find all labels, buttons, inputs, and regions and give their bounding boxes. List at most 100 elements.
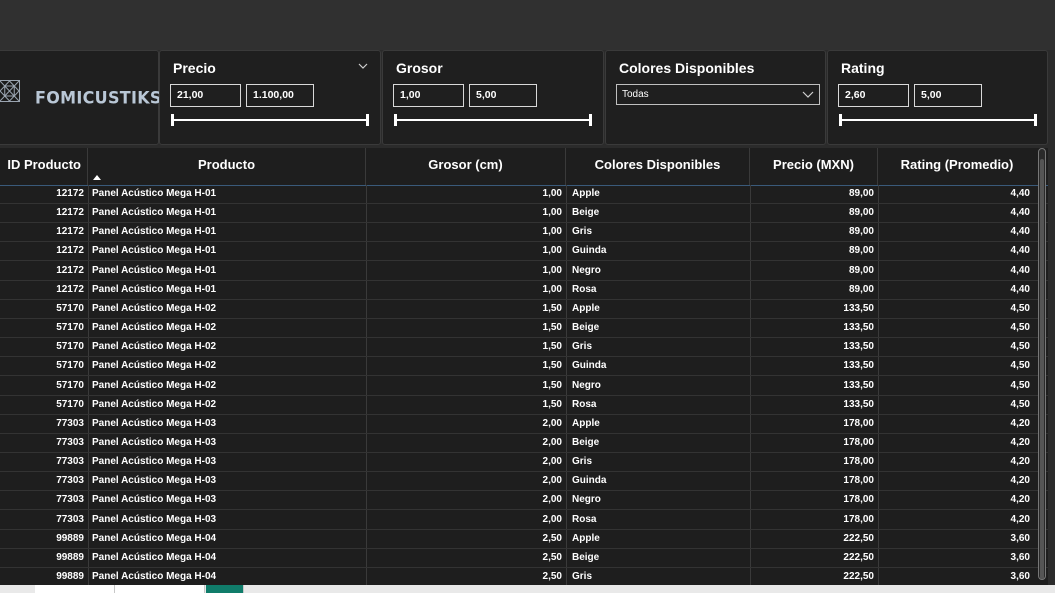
table-row[interactable]: 77303 Panel Acústico Mega H-03 2,00 Gris 178… [0,453,1048,473]
table-row[interactable]: 57170 Panel Acústico Mega H-02 1,50 Gris 133… [0,338,1048,358]
cell-precio: 178,00 [843,513,874,525]
cell-color: Guinda [572,475,607,487]
cell-grosor: 2,00 [542,436,562,448]
cell-producto: Panel Acústico Mega H-01 [92,283,217,295]
table-row[interactable]: 57170 Panel Acústico Mega H-02 1,50 Negro 13… [0,377,1048,396]
cell-producto: Panel Acústico Mega H-02 [92,379,217,391]
cell-id-producto: 99889 [56,532,84,544]
grosor-max-input[interactable]: 5,00 [469,84,537,107]
precio-range-max-handle[interactable] [366,114,369,126]
cell-precio: 178,00 [843,494,874,506]
table-row[interactable]: 12172 Panel Acústico Mega H-01 1,00 Apple 89… [0,185,1048,204]
cell-precio: 133,50 [843,322,874,334]
cell-precio: 178,00 [843,436,874,448]
header-producto[interactable]: Producto [88,148,366,185]
colores-slicer[interactable]: Colores Disponibles Todas [605,50,826,145]
cell-color: Apple [572,417,600,429]
table-row[interactable]: 57170 Panel Acústico Mega H-02 1,50 Beige 13… [0,319,1048,339]
header-rating[interactable]: Rating (Promedio) [878,148,1036,185]
table-row[interactable]: 77303 Panel Acústico Mega H-03 2,00 Beige 17… [0,434,1048,453]
chevron-down-icon[interactable] [802,89,814,99]
cell-grosor: 2,00 [542,513,562,525]
cell-color: Beige [572,322,600,334]
cell-grosor: 1,50 [542,360,562,372]
cell-producto: Panel Acústico Mega H-02 [92,302,217,314]
grosor-slicer[interactable]: Grosor 1,00 5,00 [382,50,604,145]
table-row[interactable]: 77303 Panel Acústico Mega H-03 2,00 Negro 17… [0,491,1048,511]
precio-range-min-handle[interactable] [171,114,174,126]
cell-precio: 222,50 [843,551,874,563]
rating-slicer-title: Rating [841,60,885,76]
page-tab-active[interactable] [206,585,244,593]
rating-max-input[interactable]: 5,00 [914,84,982,107]
colores-dropdown[interactable]: Todas [616,84,820,105]
rating-range-track[interactable] [840,119,1036,121]
precio-slicer[interactable]: Precio 21,00 1.100,00 [159,50,381,145]
page-tabs-bar [0,585,1055,593]
precio-max-input[interactable]: 1.100,00 [246,84,314,107]
vertical-scrollbar[interactable] [1038,148,1046,580]
cell-producto: Panel Acústico Mega H-04 [92,551,217,563]
cell-producto: Panel Acústico Mega H-01 [92,226,217,238]
header-precio[interactable]: Precio (MXN) [750,148,878,185]
page-tab[interactable] [115,585,205,593]
cell-rating: 4,50 [1010,360,1030,372]
cell-precio: 178,00 [843,456,874,468]
sort-ascending-icon[interactable] [93,175,101,180]
cell-producto: Panel Acústico Mega H-03 [92,513,217,525]
cell-rating: 4,40 [1010,188,1030,199]
page-tab[interactable] [35,585,115,593]
precio-min-input[interactable]: 21,00 [170,84,241,107]
cell-producto: Panel Acústico Mega H-01 [92,245,217,257]
rating-range-max-handle[interactable] [1034,114,1037,126]
logo-card: FOMICUSTIKS [0,50,162,145]
table-row[interactable]: 99889 Panel Acústico Mega H-04 2,50 Beige 22… [0,549,1048,568]
cell-grosor: 2,50 [542,571,562,582]
table-row[interactable]: 99889 Panel Acústico Mega H-04 2,50 Apple 22… [0,530,1048,549]
grosor-min-input[interactable]: 1,00 [393,84,464,107]
grosor-range-min-handle[interactable] [394,114,397,126]
precio-range-track[interactable] [172,119,368,121]
cell-rating: 4,50 [1010,322,1030,334]
cell-grosor: 1,50 [542,398,562,410]
cell-color: Gris [572,571,593,582]
cell-precio: 133,50 [843,341,874,353]
table-row[interactable]: 57170 Panel Acústico Mega H-02 1,50 Apple 13… [0,300,1048,319]
cell-grosor: 1,00 [542,226,562,238]
cell-id-producto: 57170 [56,341,84,353]
colores-dropdown-value: Todas [622,89,649,100]
table-row[interactable]: 99889 Panel Acústico Mega H-04 2,50 Gris 222… [0,568,1048,585]
table-row[interactable]: 77303 Panel Acústico Mega H-03 2,00 Guinda 1… [0,472,1048,492]
grosor-range-track[interactable] [395,119,591,121]
rating-min-input[interactable]: 2,60 [838,84,909,107]
cell-producto: Panel Acústico Mega H-03 [92,475,217,487]
cell-id-producto: 12172 [56,245,84,257]
header-colores[interactable]: Colores Disponibles [566,148,750,185]
table-row[interactable]: 12172 Panel Acústico Mega H-01 1,00 Beige 89… [0,204,1048,224]
table-row[interactable]: 12172 Panel Acústico Mega H-01 1,00 Rosa 89,… [0,281,1048,300]
chevron-down-icon[interactable] [358,61,368,71]
table-row[interactable]: 57170 Panel Acústico Mega H-02 1,50 Guinda 1… [0,357,1048,377]
cell-color: Guinda [572,245,607,257]
header-id-producto[interactable]: ID Producto [0,148,88,185]
cell-producto: Panel Acústico Mega H-01 [92,264,217,276]
rating-range-min-handle[interactable] [839,114,842,126]
cell-color: Negro [572,264,601,276]
header-grosor[interactable]: Grosor (cm) [366,148,566,185]
rating-slicer[interactable]: Rating 2,60 5,00 [827,50,1048,145]
cell-grosor: 2,00 [542,417,562,429]
cell-grosor: 2,00 [542,475,562,487]
table-row[interactable]: 77303 Panel Acústico Mega H-03 2,00 Rosa 178… [0,511,1048,530]
table-row[interactable]: 12172 Panel Acústico Mega H-01 1,00 Guinda 8… [0,242,1048,262]
table-row[interactable]: 57170 Panel Acústico Mega H-02 1,50 Rosa 133… [0,396,1048,415]
cell-precio: 178,00 [843,475,874,487]
cell-producto: Panel Acústico Mega H-02 [92,360,217,372]
cell-color: Beige [572,207,600,219]
grosor-range-max-handle[interactable] [589,114,592,126]
scrollbar-thumb[interactable] [1040,159,1044,579]
table-row[interactable]: 12172 Panel Acústico Mega H-01 1,00 Gris 89,… [0,223,1048,243]
logo-text: FOMICUSTIKS [35,87,162,108]
table-row[interactable]: 12172 Panel Acústico Mega H-01 1,00 Negro 89… [0,262,1048,281]
cell-rating: 4,40 [1010,226,1030,238]
table-row[interactable]: 77303 Panel Acústico Mega H-03 2,00 Apple 17… [0,415,1048,434]
